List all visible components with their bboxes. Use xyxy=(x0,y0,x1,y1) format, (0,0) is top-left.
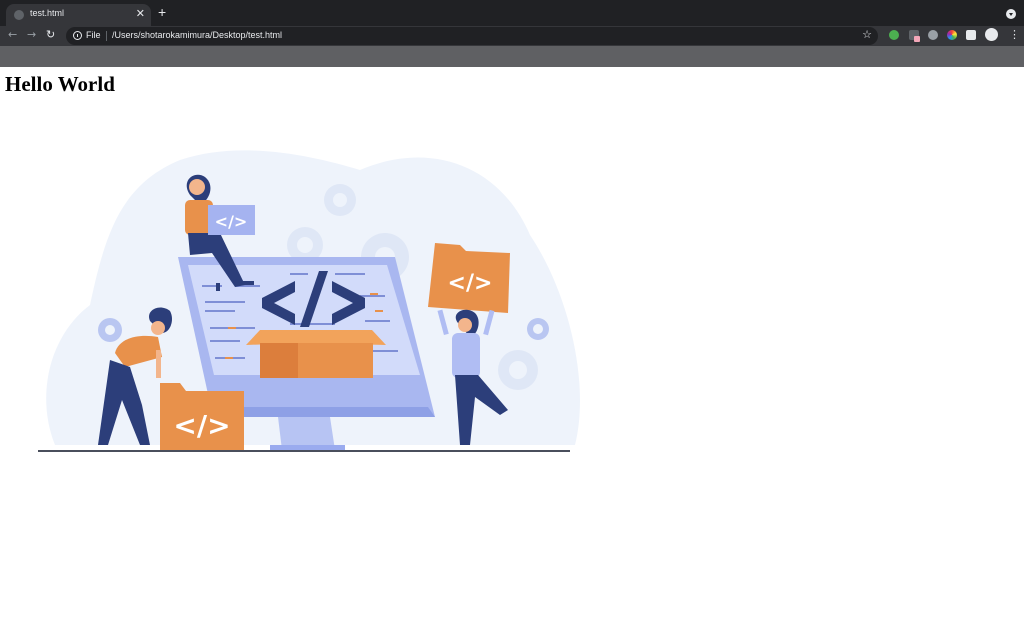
developers-illustration: </> </> </> xyxy=(38,150,580,452)
monitor-base-bar xyxy=(213,407,435,417)
svg-text:</>: </> xyxy=(448,271,493,296)
omnibox-divider xyxy=(106,31,107,41)
new-tab-button[interactable]: + xyxy=(158,5,166,19)
bookmark-star-icon[interactable]: ☆ xyxy=(862,28,872,41)
folder-icon-left: </> xyxy=(160,383,244,450)
browser-toolbar: ← → ↻ File /Users/shotarokamimura/Deskto… xyxy=(0,26,1024,46)
reload-button[interactable]: ↻ xyxy=(46,28,55,41)
tab-title: test.html xyxy=(30,8,65,18)
evernote-icon[interactable] xyxy=(889,30,899,40)
code-tag-label: </> xyxy=(215,212,248,231)
box-right xyxy=(298,343,373,378)
folder-icon-right: </> xyxy=(428,243,510,313)
svg-text:</>: </> xyxy=(173,409,230,442)
code-card-lavender: </> xyxy=(208,205,255,235)
badge-icon xyxy=(914,36,920,42)
forward-button[interactable]: → xyxy=(27,28,36,41)
url-text[interactable]: /Users/shotarokamimura/Desktop/test.html xyxy=(112,30,282,40)
color-picker-icon[interactable] xyxy=(947,30,957,40)
bookmarks-bar xyxy=(0,46,1024,67)
globe-icon xyxy=(14,10,24,20)
box-flap-right xyxy=(298,330,386,345)
puzzle-icon[interactable] xyxy=(966,30,976,40)
scheme-label: File xyxy=(86,30,101,40)
close-icon[interactable]: ✕ xyxy=(136,7,145,20)
page-content: Hello World </> </> </> xyxy=(0,67,1024,639)
back-button[interactable]: ← xyxy=(8,28,17,41)
tab-search-icon[interactable] xyxy=(1006,9,1016,19)
tab-active[interactable]: test.html ✕ xyxy=(6,4,151,26)
box-left xyxy=(260,343,298,378)
address-bar[interactable]: File /Users/shotarokamimura/Desktop/test… xyxy=(66,27,878,45)
page-title: Hello World xyxy=(5,72,115,96)
profile-avatar[interactable] xyxy=(985,28,998,41)
tab-strip: test.html ✕ + xyxy=(0,0,1024,26)
menu-icon[interactable]: ⋮ xyxy=(1009,28,1020,41)
ground-line xyxy=(38,450,570,452)
pinterest-icon[interactable] xyxy=(928,30,938,40)
info-icon[interactable] xyxy=(73,31,82,40)
